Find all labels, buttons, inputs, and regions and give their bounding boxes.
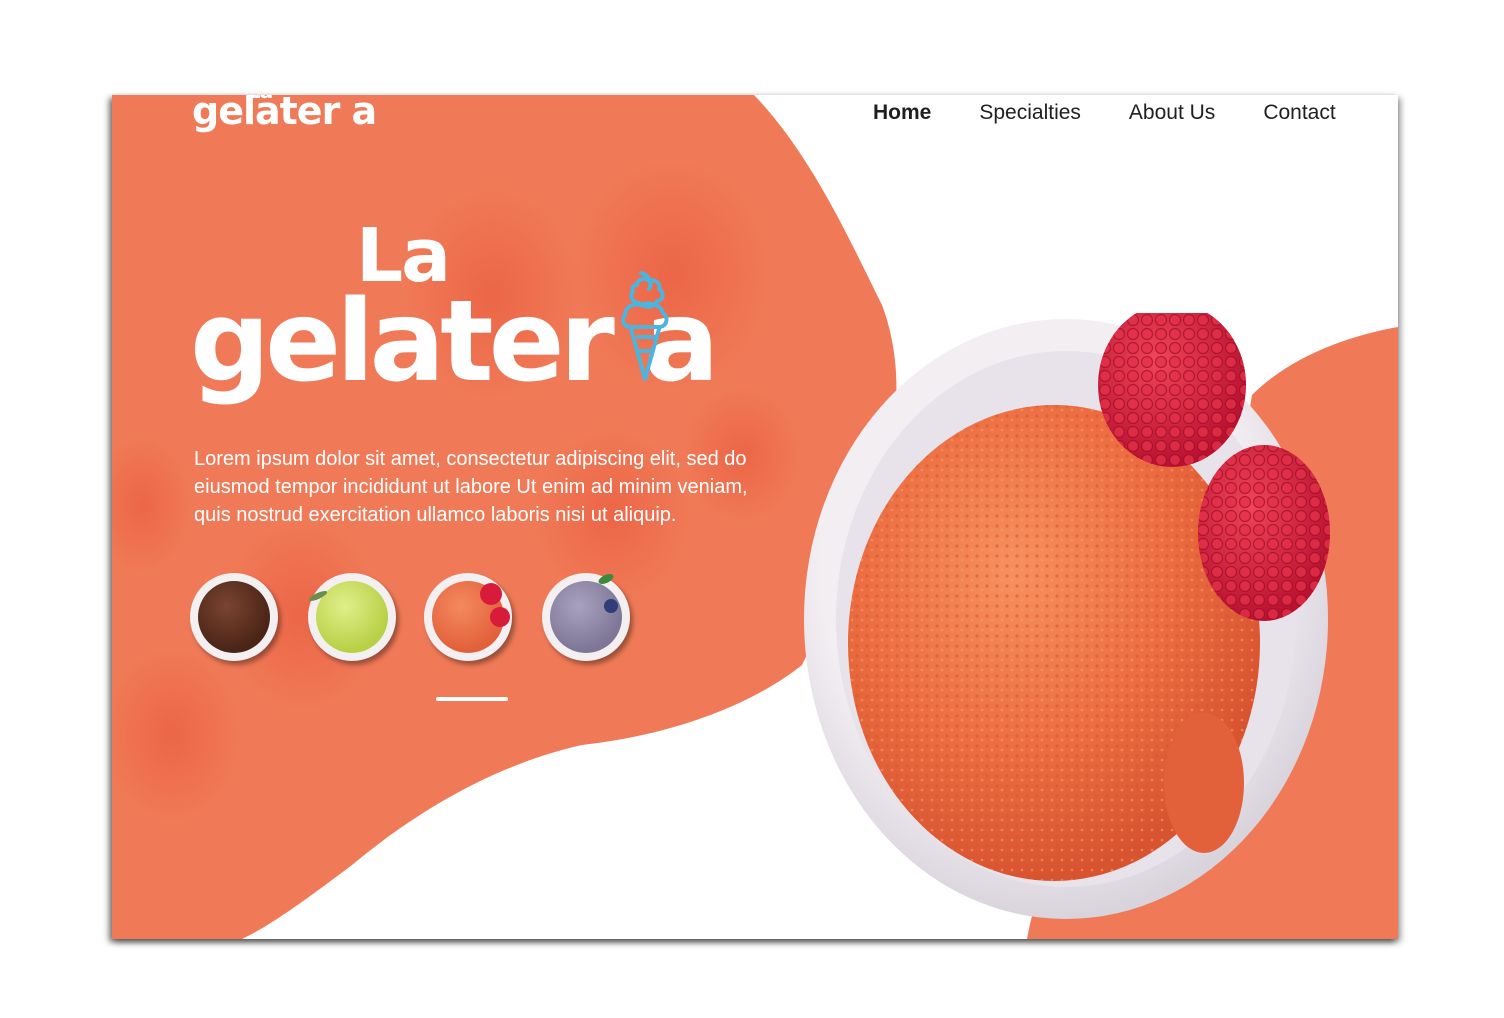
nav-specialties[interactable]: Specialties (979, 99, 1081, 127)
nav-about-us[interactable]: About Us (1129, 99, 1215, 127)
blueberry-scoop (550, 581, 622, 653)
main-nav: Home Specialties About Us Contact (873, 99, 1384, 127)
flavor-thumb-chocolate[interactable] (190, 573, 278, 661)
hero-gelato-bowl-image (804, 313, 1330, 919)
ice-cream-cone-icon (621, 271, 669, 381)
raspberry-icon (490, 607, 510, 627)
blueberry-icon (604, 599, 618, 613)
logo-main-text: gelater a (192, 95, 377, 133)
landing-page: La gelater a Home Specialties About Us C… (112, 95, 1398, 939)
flavor-thumb-pistachio[interactable] (307, 573, 396, 661)
chocolate-scoop (198, 581, 270, 653)
hero-description: Lorem ipsum dolor sit amet, consectetur … (194, 448, 748, 526)
nav-contact[interactable]: Contact (1263, 99, 1335, 127)
logo[interactable]: La gelater a (192, 95, 377, 133)
flavor-active-indicator (436, 697, 508, 701)
logo-top-text: La (248, 95, 273, 103)
flavor-thumb-blueberry[interactable] (542, 571, 630, 661)
raspberry-icon (480, 583, 502, 605)
flavor-thumb-strawberry[interactable] (424, 573, 512, 661)
nav-home[interactable]: Home (873, 99, 931, 127)
